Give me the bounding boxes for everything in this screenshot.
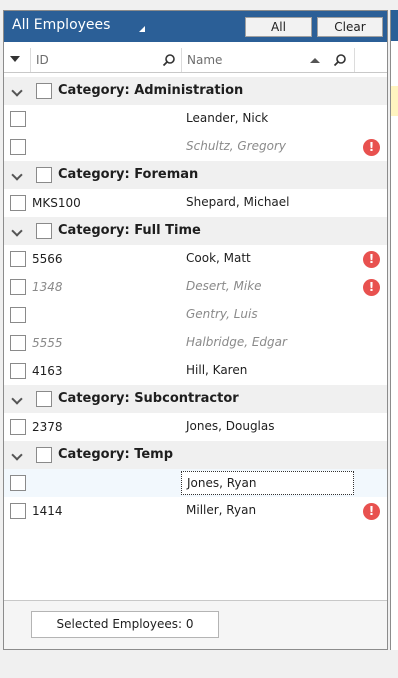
- panel-title[interactable]: All Employees: [12, 17, 110, 33]
- category-checkbox[interactable]: [36, 83, 52, 99]
- employee-id: 5555: [32, 336, 63, 350]
- employee-checkbox[interactable]: [10, 139, 26, 155]
- employee-row[interactable]: MKS100 Shepard, Michael: [4, 189, 387, 217]
- title-dropdown-icon[interactable]: [139, 26, 145, 32]
- category-row[interactable]: Category: Administration: [4, 77, 387, 105]
- employee-row[interactable]: 4163 Hill, Karen: [4, 357, 387, 385]
- adjacent-titlebar: [391, 10, 398, 41]
- employee-name: Jones, Ryan: [181, 471, 354, 495]
- clear-button[interactable]: Clear: [317, 17, 383, 37]
- grid-header: ID Name: [4, 48, 387, 73]
- category-row[interactable]: Category: Full Time: [4, 217, 387, 245]
- employee-row[interactable]: 5555 Halbridge, Edgar: [4, 329, 387, 357]
- category-label: Category: Subcontractor: [58, 391, 239, 406]
- employee-name: Schultz, Gregory: [186, 139, 287, 153]
- category-label: Category: Administration: [58, 83, 244, 98]
- employee-checkbox[interactable]: [10, 279, 26, 295]
- employee-name: Hill, Karen: [186, 363, 248, 377]
- employee-id: 5566: [32, 252, 63, 266]
- employee-checkbox[interactable]: [10, 195, 26, 211]
- chevron-down-icon[interactable]: [11, 393, 23, 405]
- category-row[interactable]: Category: Temp: [4, 441, 387, 469]
- select-dropdown-icon[interactable]: [10, 56, 20, 62]
- exclamation-circle-icon[interactable]: !: [363, 139, 380, 156]
- panel-footer: Selected Employees: 0: [4, 600, 387, 649]
- employee-id: 1414: [32, 504, 63, 518]
- category-label: Category: Foreman: [58, 167, 199, 182]
- exclamation-circle-icon[interactable]: !: [363, 503, 380, 520]
- employee-name: Leander, Nick: [186, 111, 269, 125]
- category-row[interactable]: Category: Foreman: [4, 161, 387, 189]
- search-icon[interactable]: [333, 53, 347, 67]
- exclamation-circle-icon[interactable]: !: [363, 279, 380, 296]
- employee-name: Jones, Douglas: [186, 419, 275, 433]
- employee-id: 1348: [32, 280, 63, 294]
- employee-name: Gentry, Luis: [186, 307, 258, 321]
- employee-checkbox[interactable]: [10, 335, 26, 351]
- category-checkbox[interactable]: [36, 167, 52, 183]
- employee-row[interactable]: Schultz, Gregory!: [4, 133, 387, 161]
- employee-checkbox[interactable]: [10, 307, 26, 323]
- category-checkbox[interactable]: [36, 391, 52, 407]
- employee-row[interactable]: 1348 Desert, Mike!: [4, 273, 387, 301]
- employee-name: Shepard, Michael: [186, 195, 290, 209]
- employee-id: 4163: [32, 364, 63, 378]
- employee-id: MKS100: [32, 196, 81, 210]
- employee-name: Miller, Ryan: [186, 503, 257, 517]
- panel-titlebar: All Employees All Clear: [4, 11, 387, 42]
- category-label: Category: Temp: [58, 447, 174, 462]
- adjacent-highlight: [391, 86, 398, 116]
- adjacent-panel-edge: [390, 10, 398, 650]
- exclamation-circle-icon[interactable]: !: [363, 251, 380, 268]
- employee-name: Desert, Mike: [186, 279, 262, 293]
- app-window: All Employees All Clear ID Name Category…: [0, 0, 398, 678]
- employee-panel: All Employees All Clear ID Name Category…: [3, 10, 388, 650]
- employee-list: Category: Administration Leander, Nick Sch…: [4, 77, 387, 525]
- chevron-down-icon[interactable]: [11, 85, 23, 97]
- employee-id: 2378: [32, 420, 63, 434]
- employee-checkbox[interactable]: [10, 475, 26, 491]
- chevron-down-icon[interactable]: [11, 449, 23, 461]
- category-checkbox[interactable]: [36, 223, 52, 239]
- employee-row[interactable]: 5566 Cook, Matt!: [4, 245, 387, 273]
- employee-name: Cook, Matt: [186, 251, 251, 265]
- column-header-id[interactable]: ID: [30, 48, 182, 72]
- employee-row[interactable]: Gentry, Luis: [4, 301, 387, 329]
- employee-checkbox[interactable]: [10, 503, 26, 519]
- chevron-down-icon[interactable]: [11, 225, 23, 237]
- column-label-name: Name: [187, 53, 223, 67]
- employee-checkbox[interactable]: [10, 363, 26, 379]
- category-checkbox[interactable]: [36, 447, 52, 463]
- chevron-down-icon[interactable]: [11, 169, 23, 181]
- employee-row[interactable]: Jones, Ryan: [4, 469, 387, 497]
- employee-row[interactable]: Leander, Nick: [4, 105, 387, 133]
- employee-name: Halbridge, Edgar: [186, 335, 287, 349]
- category-label: Category: Full Time: [58, 223, 201, 238]
- employee-row[interactable]: 1414 Miller, Ryan!: [4, 497, 387, 525]
- employee-checkbox[interactable]: [10, 111, 26, 127]
- employee-checkbox[interactable]: [10, 251, 26, 267]
- sort-ascending-icon[interactable]: [310, 58, 320, 63]
- search-icon[interactable]: [162, 53, 176, 67]
- column-header-name[interactable]: Name: [182, 48, 355, 72]
- employee-checkbox[interactable]: [10, 419, 26, 435]
- select-all-button[interactable]: All: [245, 17, 312, 37]
- employee-row[interactable]: 2378 Jones, Douglas: [4, 413, 387, 441]
- column-label-id: ID: [36, 53, 49, 67]
- category-row[interactable]: Category: Subcontractor: [4, 385, 387, 413]
- selected-count: Selected Employees: 0: [31, 611, 219, 638]
